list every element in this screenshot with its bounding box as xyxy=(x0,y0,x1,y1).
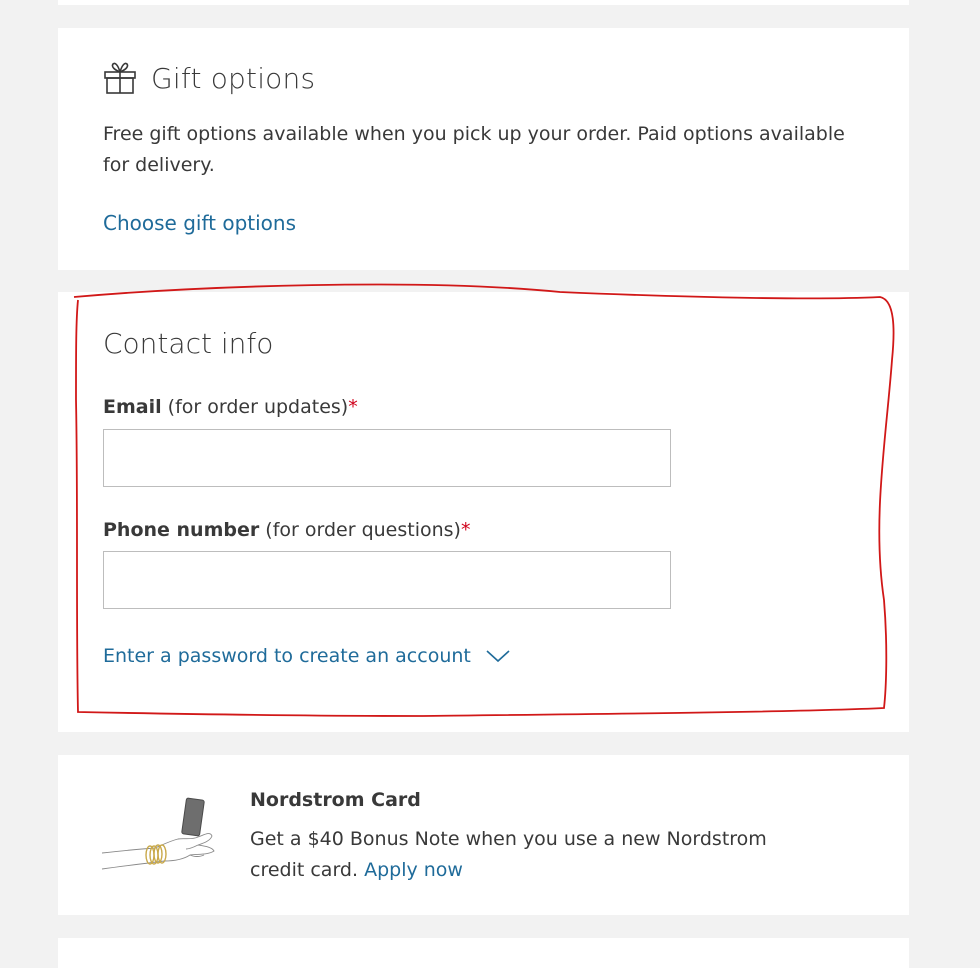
gift-options-card: Gift options Free gift options available… xyxy=(58,28,909,270)
create-account-password-label: Enter a password to create an account xyxy=(103,645,471,667)
phone-required-mark: * xyxy=(460,519,471,541)
choose-gift-options-link[interactable]: Choose gift options xyxy=(103,211,296,235)
gift-options-title: Gift options xyxy=(151,61,316,95)
email-label: Email (for order updates)* xyxy=(103,396,358,418)
previous-section-card xyxy=(58,0,909,5)
apply-now-link[interactable]: Apply now xyxy=(364,859,463,881)
next-section-card xyxy=(58,938,909,968)
email-required-mark: * xyxy=(348,396,358,418)
gift-options-header: Gift options xyxy=(103,58,315,98)
phone-label-note: (for order questions) xyxy=(259,519,461,541)
nordstrom-card-title: Nordstrom Card xyxy=(250,789,421,811)
email-label-note: (for order updates) xyxy=(161,396,349,418)
contact-info-card: Contact info Email (for order updates)* … xyxy=(58,292,909,732)
gift-options-description: Free gift options available when you pic… xyxy=(103,123,845,176)
chevron-down-icon xyxy=(486,650,510,663)
phone-label: Phone number (for order questions)* xyxy=(103,519,470,541)
nordstrom-card-offer: Get a $40 Bonus Note when you use a new … xyxy=(250,828,767,881)
nordstrom-card-text: Get a $40 Bonus Note when you use a new … xyxy=(250,824,770,886)
nordstrom-card-promo: Nordstrom Card Get a $40 Bonus Note when… xyxy=(58,755,909,915)
email-field[interactable] xyxy=(103,429,671,487)
gift-icon xyxy=(104,62,136,94)
hand-holding-card-illustration xyxy=(101,797,215,870)
phone-field[interactable] xyxy=(103,551,671,609)
email-label-strong: Email xyxy=(103,396,162,418)
create-account-password-toggle[interactable]: Enter a password to create an account xyxy=(103,645,511,667)
contact-info-title: Contact info xyxy=(103,327,274,360)
phone-label-strong: Phone number xyxy=(103,519,260,541)
